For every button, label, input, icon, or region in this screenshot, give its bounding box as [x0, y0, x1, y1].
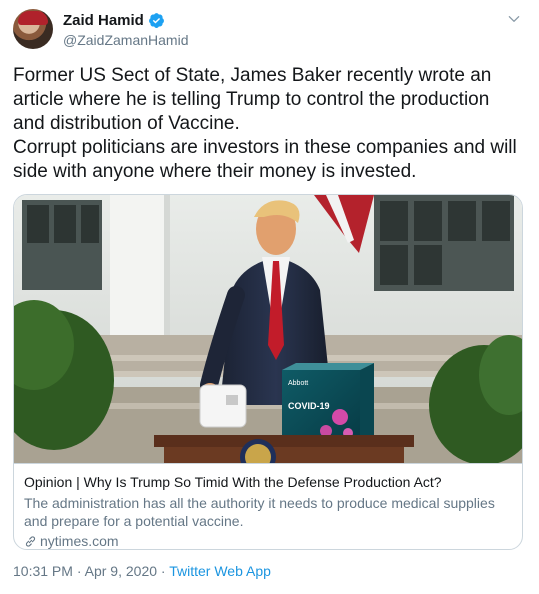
avatar[interactable]	[13, 9, 53, 49]
source-app-link[interactable]: Twitter Web App	[169, 563, 271, 579]
card-image[interactable]: Abbott COVID-19	[14, 195, 522, 463]
chevron-down-icon[interactable]	[507, 12, 521, 26]
card-info[interactable]: Opinion | Why Is Trump So Timid With the…	[14, 463, 522, 549]
tweet-text: Former US Sect of State, James Baker rec…	[13, 64, 525, 184]
card-title[interactable]: Opinion | Why Is Trump So Timid With the…	[24, 473, 512, 491]
meta-separator: ·	[160, 563, 166, 579]
tweet: Zaid Hamid @ZaidZamanHamid Former US Sec…	[0, 0, 539, 594]
tweet-date[interactable]: Apr 9, 2020	[85, 563, 157, 579]
card-description: The administration has all the authority…	[24, 495, 495, 529]
author-name-row[interactable]: Zaid Hamid	[63, 12, 165, 29]
author-handle[interactable]: @ZaidZamanHamid	[63, 32, 188, 48]
tweet-meta: 10:31 PM · Apr 9, 2020 · Twitter Web App	[13, 563, 271, 579]
verified-badge-icon	[148, 13, 164, 28]
card-domain[interactable]: nytimes.com	[24, 532, 512, 549]
tweet-text-line: Corrupt politicians are investors in the…	[13, 137, 517, 182]
link-icon	[25, 535, 36, 547]
box-brand: Abbott	[288, 380, 308, 387]
meta-separator: ·	[76, 563, 82, 579]
author-name[interactable]: Zaid Hamid	[63, 12, 144, 29]
tweet-time[interactable]: 10:31 PM	[13, 563, 73, 579]
tweet-text-line: Former US Sect of State, James Baker rec…	[13, 65, 492, 134]
box-label: COVID-19	[288, 401, 330, 411]
card-domain-label[interactable]: nytimes.com	[40, 532, 119, 549]
link-card[interactable]: Abbott COVID-19 Opinion | Why Is Trump S…	[13, 194, 523, 550]
